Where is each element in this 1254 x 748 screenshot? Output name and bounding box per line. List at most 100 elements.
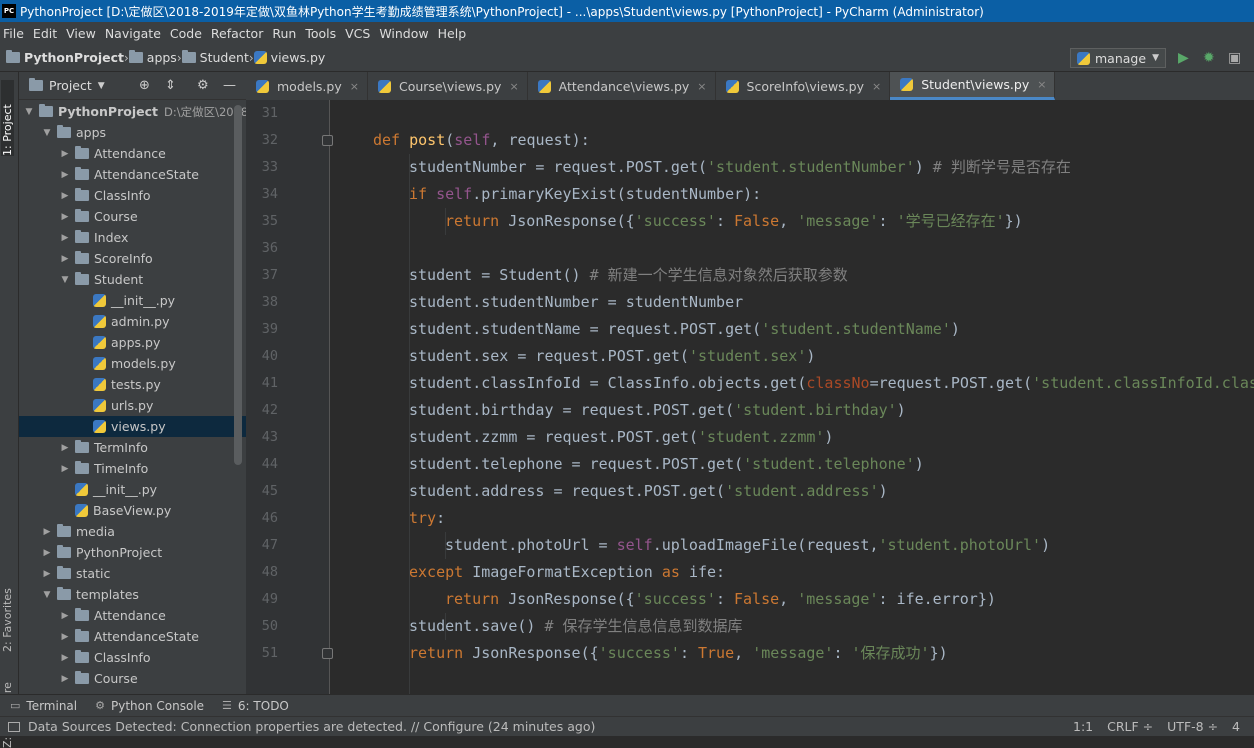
caret-position[interactable]: 1:1 xyxy=(1073,719,1093,734)
chevron-down-icon[interactable]: ▼ xyxy=(41,590,53,600)
run-config-select[interactable]: manage ▼ xyxy=(1070,48,1166,68)
fold-marker-icon[interactable] xyxy=(322,648,333,659)
coverage-icon[interactable]: ▣ xyxy=(1228,50,1241,66)
tree-node[interactable]: ▶ static xyxy=(19,563,246,584)
tool-tab-project[interactable]: 1: Project xyxy=(1,80,14,156)
collapse-all-icon[interactable]: ⇕ xyxy=(165,78,176,93)
run-icon[interactable]: ▶ xyxy=(1178,50,1189,66)
breadcrumb-item[interactable]: Student xyxy=(181,50,249,65)
tree-node[interactable]: ▶ AttendanceState xyxy=(19,164,246,185)
gear-icon[interactable]: ⚙ xyxy=(197,78,209,93)
tree-node[interactable]: __init__.py xyxy=(19,290,246,311)
menu-navigate[interactable]: Navigate xyxy=(105,26,161,41)
menu-file[interactable]: File xyxy=(3,26,24,41)
editor-tab[interactable]: models.py × xyxy=(246,72,368,100)
chevron-right-icon[interactable]: ▶ xyxy=(59,233,71,243)
tree-node[interactable]: ▼PythonProjectD:\定做区\2018-2 xyxy=(19,101,246,122)
status-message[interactable]: Data Sources Detected: Connection proper… xyxy=(28,719,595,734)
chevron-right-icon[interactable]: ▶ xyxy=(59,611,71,621)
menu-code[interactable]: Code xyxy=(170,26,202,41)
close-icon[interactable]: × xyxy=(697,80,706,93)
chevron-right-icon[interactable]: ▶ xyxy=(59,254,71,264)
menu-tools[interactable]: Tools xyxy=(305,26,336,41)
tree-node[interactable]: ▼ apps xyxy=(19,122,246,143)
tree-node[interactable]: admin.py xyxy=(19,311,246,332)
menu-refactor[interactable]: Refactor xyxy=(211,26,263,41)
line-number: 36 xyxy=(261,240,278,256)
tree-node[interactable]: ▶ TimeInfo xyxy=(19,458,246,479)
close-icon[interactable]: × xyxy=(350,80,359,93)
chevron-right-icon[interactable]: ▶ xyxy=(41,548,53,558)
tree-node[interactable]: BaseView.py xyxy=(19,500,246,521)
tree-node[interactable]: ▶ ClassInfo xyxy=(19,185,246,206)
menu-edit[interactable]: Edit xyxy=(33,26,57,41)
menu-window[interactable]: Window xyxy=(379,26,428,41)
editor-tab[interactable]: Attendance\views.py × xyxy=(528,72,716,100)
chevron-right-icon[interactable]: ▶ xyxy=(59,170,71,180)
tree-node[interactable]: ▼ templates xyxy=(19,584,246,605)
bottom-tab[interactable]: ☰ 6: TODO xyxy=(222,699,289,713)
project-view-label[interactable]: Project xyxy=(49,78,92,93)
menu-view[interactable]: View xyxy=(66,26,96,41)
project-scrollbar[interactable] xyxy=(234,105,242,465)
tree-node[interactable]: ▼ Student xyxy=(19,269,246,290)
tree-node[interactable]: ▶ Course xyxy=(19,206,246,227)
tree-node[interactable]: ▶ ClassInfo xyxy=(19,647,246,668)
tree-node[interactable]: views.py xyxy=(19,416,246,437)
chevron-down-icon[interactable]: ▼ xyxy=(23,107,35,117)
tree-node[interactable]: ▶ AttendanceState xyxy=(19,626,246,647)
breadcrumb-item[interactable]: apps xyxy=(128,50,177,65)
bottom-tab[interactable]: ▭ Terminal xyxy=(10,699,77,713)
chevron-right-icon[interactable]: ▶ xyxy=(59,674,71,684)
chevron-right-icon[interactable]: ▶ xyxy=(59,191,71,201)
chevron-right-icon[interactable]: ▶ xyxy=(59,653,71,663)
chevron-down-icon[interactable]: ▼ xyxy=(59,275,71,285)
close-icon[interactable]: × xyxy=(872,80,881,93)
bottom-tab[interactable]: ⚙ Python Console xyxy=(95,699,204,713)
chevron-down-icon[interactable]: ▼ xyxy=(98,81,105,91)
tree-node[interactable]: ▶ Course xyxy=(19,668,246,689)
debug-icon[interactable]: ✹ xyxy=(1203,50,1215,66)
fold-marker-icon[interactable] xyxy=(322,135,333,146)
close-icon[interactable]: × xyxy=(509,80,518,93)
menu-run[interactable]: Run xyxy=(272,26,296,41)
line-separator[interactable]: CRLF ÷ xyxy=(1107,719,1153,734)
tree-node-label: BaseView.py xyxy=(93,503,172,518)
folder-icon xyxy=(75,209,89,222)
tree-node[interactable]: ▶ Index xyxy=(19,227,246,248)
file-encoding[interactable]: UTF-8 ÷ xyxy=(1167,719,1218,734)
menu-vcs[interactable]: VCS xyxy=(345,26,370,41)
editor-tab[interactable]: Course\views.py × xyxy=(368,72,528,100)
breadcrumb-item[interactable]: views.py xyxy=(253,50,325,65)
chevron-down-icon[interactable]: ▼ xyxy=(41,128,53,138)
close-icon[interactable]: × xyxy=(1037,78,1046,91)
menu-help[interactable]: Help xyxy=(438,26,467,41)
editor-tab[interactable]: Student\views.py × xyxy=(890,72,1056,100)
chevron-right-icon[interactable]: ▶ xyxy=(59,632,71,642)
tree-node[interactable]: urls.py xyxy=(19,395,246,416)
indent-setting[interactable]: 4 xyxy=(1232,719,1240,734)
chevron-right-icon[interactable]: ▶ xyxy=(59,464,71,474)
tree-node[interactable]: ▶ Attendance xyxy=(19,605,246,626)
locate-icon[interactable]: ⊕ xyxy=(139,78,150,93)
tree-node[interactable]: ▶ PythonProject xyxy=(19,542,246,563)
hide-icon[interactable]: — xyxy=(223,78,236,93)
breadcrumb-item[interactable]: PythonProject xyxy=(6,50,124,65)
tree-node[interactable]: ▶ ScoreInfo xyxy=(19,248,246,269)
status-toggle-icon[interactable] xyxy=(8,721,20,732)
tree-node[interactable]: ▶ TermInfo xyxy=(19,437,246,458)
chevron-right-icon[interactable]: ▶ xyxy=(59,212,71,222)
tree-node[interactable]: apps.py xyxy=(19,332,246,353)
line-number: 48 xyxy=(261,564,278,580)
chevron-right-icon[interactable]: ▶ xyxy=(41,569,53,579)
tree-node[interactable]: models.py xyxy=(19,353,246,374)
tree-node[interactable]: tests.py xyxy=(19,374,246,395)
tree-node[interactable]: __init__.py xyxy=(19,479,246,500)
chevron-right-icon[interactable]: ▶ xyxy=(41,527,53,537)
chevron-right-icon[interactable]: ▶ xyxy=(59,149,71,159)
chevron-right-icon[interactable]: ▶ xyxy=(59,443,71,453)
tree-node[interactable]: ▶ Attendance xyxy=(19,143,246,164)
tree-node[interactable]: ▶ media xyxy=(19,521,246,542)
tool-tab-favorites[interactable]: 2: Favorites xyxy=(1,572,14,652)
editor-tab[interactable]: ScoreInfo\views.py × xyxy=(716,72,891,100)
